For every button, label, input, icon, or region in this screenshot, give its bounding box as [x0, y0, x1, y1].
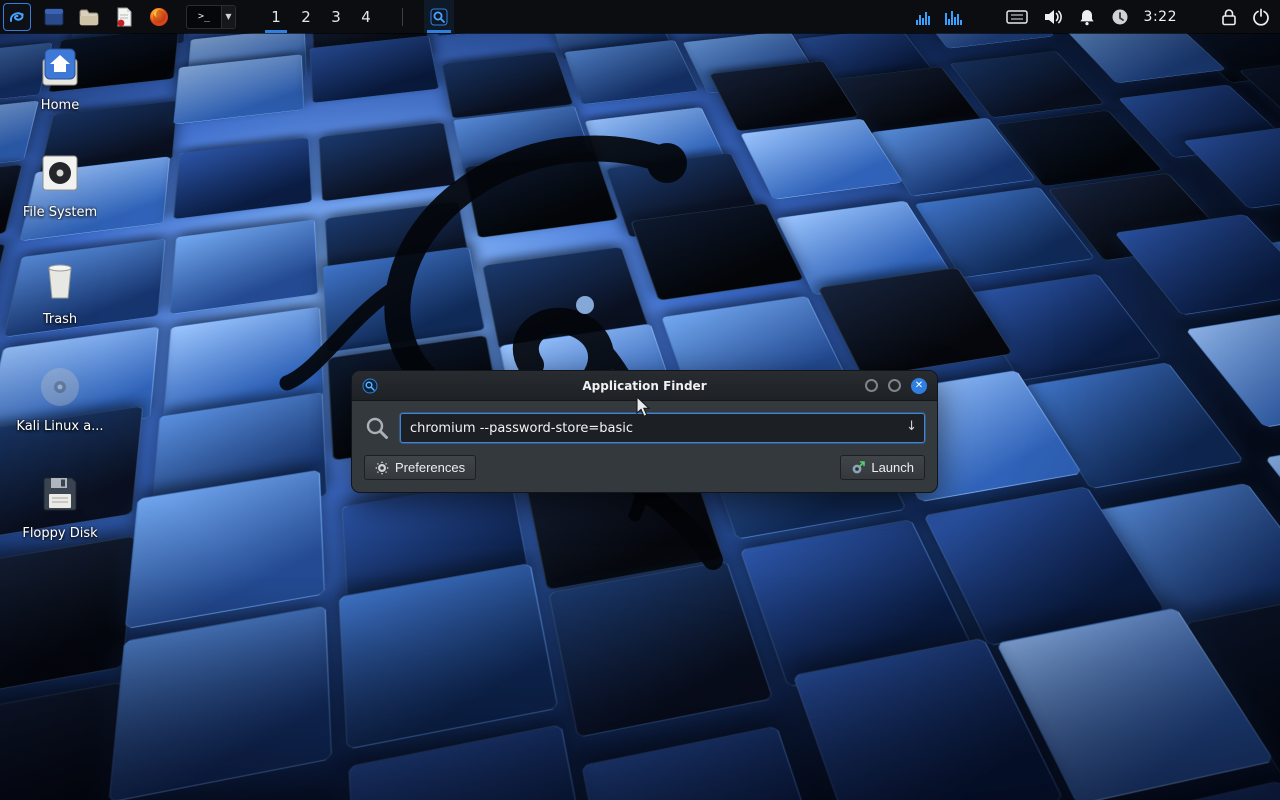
- preferences-label: Preferences: [395, 460, 465, 475]
- wallpaper-cube: [564, 40, 699, 105]
- launch-label: Launch: [871, 460, 914, 475]
- wallpaper-cube: [581, 726, 834, 800]
- desktop-icon-home[interactable]: Home: [0, 42, 120, 149]
- text-editor-icon: [113, 6, 135, 28]
- file-manager-icon: [43, 6, 65, 28]
- desktop-screen: >_ ▼ 1 2 3 4: [0, 0, 1280, 800]
- firefox-icon: [148, 6, 170, 28]
- firefox-launcher[interactable]: [147, 5, 171, 29]
- gear-icon: [375, 461, 389, 475]
- workspace-switcher: 1 2 3 4: [261, 0, 381, 33]
- wallpaper-cube: [818, 267, 1014, 378]
- desktop-icon-trash[interactable]: Trash: [0, 256, 120, 363]
- wallpaper-cube: [1115, 214, 1280, 315]
- workspace-1[interactable]: 1: [261, 0, 291, 33]
- launch-icon: [851, 461, 865, 475]
- desktop-icon-column: Home File System Trash: [0, 42, 120, 577]
- appfinder-window-icon: [362, 378, 378, 394]
- notification-bell-icon[interactable]: [1078, 8, 1096, 26]
- top-panel: >_ ▼ 1 2 3 4: [0, 0, 1280, 33]
- panel-right-cluster: 3:22: [916, 8, 1280, 26]
- window-title: Application Finder: [352, 379, 937, 393]
- folder-launcher[interactable]: [77, 5, 101, 29]
- file-manager-launcher[interactable]: [42, 5, 66, 29]
- trash-icon: [39, 258, 81, 302]
- wallpaper-cube: [1183, 125, 1280, 209]
- home-icon: [37, 43, 83, 89]
- taskbar-appfinder-button[interactable]: [424, 0, 454, 33]
- file-system-icon: [38, 151, 82, 195]
- kali-dragon-silhouette: [235, 115, 755, 615]
- volume-icon[interactable]: [1043, 8, 1063, 26]
- application-finder-window: Application Finder ✕ ↓: [351, 370, 938, 493]
- desktop-icon-kali-linux[interactable]: Kali Linux a...: [0, 363, 120, 470]
- workspace-4[interactable]: 4: [351, 0, 381, 33]
- panel-separator: [402, 8, 403, 26]
- text-editor-launcher[interactable]: [112, 5, 136, 29]
- minimize-button[interactable]: [865, 379, 878, 392]
- update-status-icon[interactable]: [1111, 8, 1129, 26]
- chevron-down-icon[interactable]: ▼: [221, 6, 235, 28]
- floppy-disk-icon: [38, 472, 82, 516]
- desktop-icon-floppy[interactable]: Floppy Disk: [0, 470, 120, 577]
- wallpaper-cube: [0, 681, 124, 800]
- keyboard-indicator-icon[interactable]: [1006, 9, 1028, 25]
- terminal-selector[interactable]: >_ ▼: [186, 5, 236, 29]
- workspace-2[interactable]: 2: [291, 0, 321, 33]
- panel-left-cluster: >_ ▼ 1 2 3 4: [0, 0, 454, 33]
- desktop-icon-label: File System: [23, 205, 97, 220]
- logout-power-icon[interactable]: [1252, 8, 1270, 26]
- search-icon: [364, 415, 390, 441]
- desktop-icon-label: Floppy Disk: [22, 526, 97, 541]
- desktop-icon-label: Kali Linux a...: [16, 419, 103, 434]
- launch-button[interactable]: Launch: [840, 455, 925, 480]
- terminal-icon: >_: [187, 6, 221, 28]
- folder-icon: [78, 6, 100, 28]
- mouse-cursor: [636, 396, 652, 418]
- lock-screen-icon[interactable]: [1221, 8, 1237, 26]
- finder-command-input[interactable]: [400, 413, 925, 443]
- close-button[interactable]: ✕: [911, 378, 927, 394]
- kali-cd-icon: [38, 365, 82, 409]
- desktop-icon-label: Trash: [43, 312, 77, 327]
- desktop-icon-filesystem[interactable]: File System: [0, 149, 120, 256]
- kali-menu-button[interactable]: [3, 3, 31, 31]
- wallpaper-cube: [108, 605, 332, 800]
- preferences-button[interactable]: Preferences: [364, 455, 476, 480]
- net-graph-icon[interactable]: [945, 9, 962, 25]
- maximize-button[interactable]: [888, 379, 901, 392]
- appfinder-task-icon: [430, 8, 448, 26]
- wallpaper-cube: [310, 35, 440, 103]
- kali-logo-icon: [7, 7, 27, 27]
- workspace-3[interactable]: 3: [321, 0, 351, 33]
- desktop-icon-label: Home: [41, 98, 79, 113]
- cpu-graph-icon[interactable]: [916, 9, 930, 25]
- clock[interactable]: 3:22: [1144, 9, 1177, 25]
